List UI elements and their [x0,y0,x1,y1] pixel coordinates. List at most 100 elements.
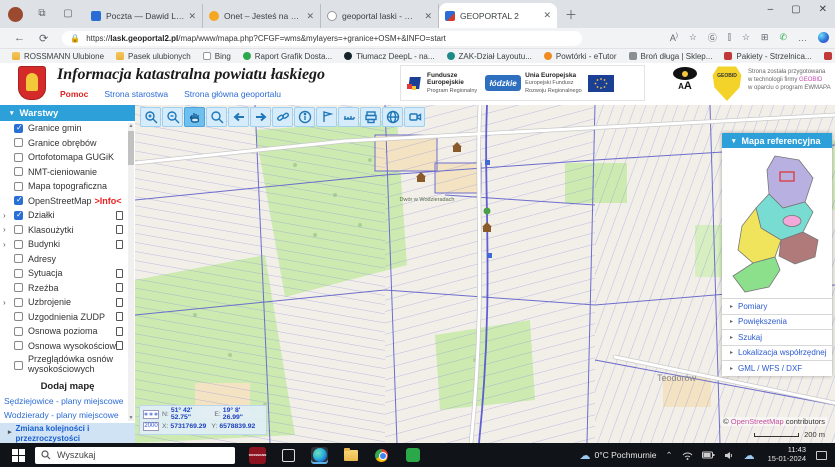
bookmark-item[interactable]: Strzelnica RP - Strze... [824,52,835,61]
tab-close-icon[interactable]: ✕ [543,10,551,21]
maximize-button[interactable]: ▢ [791,4,800,15]
tab-geoportal[interactable]: GEOPORTAL 2 ✕ [439,3,557,28]
bookmark-item[interactable]: Pakiety - Strzelnica... [724,52,811,61]
zoom-window-button[interactable] [206,107,227,127]
panel-powiekszenia[interactable]: ▸Powiększenia [722,314,832,330]
browser-profile-avatar[interactable] [8,7,23,22]
bookmark-item[interactable]: ZAK-Dział Layoutu... [447,52,532,61]
tab-search-results[interactable]: geoportal laski - Wyszukaj ✕ [321,4,439,28]
tab-close-icon[interactable]: ✕ [306,11,314,22]
tray-expand-icon[interactable]: ⌃ [666,450,673,461]
bookmark-folder[interactable]: Pasek ulubionych [116,52,191,61]
zoom-in-button[interactable] [140,107,161,127]
copilot-icon[interactable] [818,32,829,43]
read-aloud-icon[interactable]: A) [670,33,678,43]
layer-nmt[interactable]: NMT-cieniowanie [0,165,135,180]
checkbox[interactable] [14,283,23,292]
crs-button[interactable]: 2000 [143,422,159,431]
tab-close-icon[interactable]: ✕ [424,11,432,22]
bookmark-item[interactable]: Powtórki - eTutor [544,52,617,61]
globe-button[interactable] [382,107,403,127]
reference-panel-header[interactable]: ▾Mapa referencyjna [722,133,832,148]
panel-gml-wfs-dxf[interactable]: ▸GML / WFS / DXF [722,360,832,376]
expand-icon[interactable]: › [3,298,6,307]
more-options-icon[interactable]: … [798,33,807,43]
checkbox[interactable] [14,298,23,307]
weather-widget[interactable]: ☁0°C Pochmurnie [580,449,657,462]
panel-pomiary[interactable]: ▸Pomiary [722,298,832,314]
chrome-app-icon[interactable] [373,447,390,464]
clock[interactable]: 11:4315-01-2024 [768,446,806,463]
url-field[interactable]: 🔒 https://lask.geoportal2.pl/map/www/map… [62,31,582,46]
scroll-thumb[interactable] [128,131,134,165]
info-button[interactable] [294,107,315,127]
checkbox[interactable] [14,327,23,336]
expand-icon[interactable]: › [3,225,6,234]
legend-doc-icon[interactable] [116,225,123,234]
volume-icon[interactable] [724,451,735,460]
bookmark-folder[interactable]: ROSSMANN Ulubione [12,52,104,61]
osm-info-link[interactable]: >Info< [95,196,122,206]
layer-openstreetmap[interactable]: OpenStreetMap>Info< [0,194,135,209]
measure-button[interactable] [338,107,359,127]
map-viewport[interactable]: Teodorów Dwór w Wodzieradach ∗∗∗ N:51° 4… [135,105,835,443]
nav-geoportal-home[interactable]: Strona główna geoportalu [184,89,281,99]
camera-button[interactable] [404,107,425,127]
checkbox[interactable] [14,225,23,234]
network-icon[interactable] [682,451,693,460]
layer-przegladowka[interactable]: Przeglądówka osnów wysokościowych [0,353,135,377]
new-tab-button[interactable]: ＋ [565,6,577,23]
coord-mode-button[interactable]: ∗∗∗ [143,410,159,419]
onedrive-icon[interactable]: ☁ [744,449,759,462]
legend-doc-icon[interactable] [116,269,123,278]
favorites-bar-icon[interactable]: ☆ [742,32,750,43]
reference-map[interactable] [722,148,832,298]
layer-osnowa-pozioma[interactable]: Osnowa pozioma [0,324,135,339]
prev-view-button[interactable] [228,107,249,127]
legend-doc-icon[interactable] [116,341,123,350]
expand-icon[interactable]: › [3,240,6,249]
layer-zudp[interactable]: Uzgodnienia ZUDP [0,310,135,325]
checkbox[interactable] [14,240,23,249]
layer-sytuacja[interactable]: Sytuacja [0,266,135,281]
checkbox[interactable] [14,269,23,278]
back-button[interactable]: ← [14,32,25,44]
vertical-tabs-icon[interactable]: ▢ [61,7,75,21]
bookmark-item[interactable]: Tłumacz DeepL - na... [344,52,434,61]
rossmann-app-icon[interactable]: ROSSMANN [249,447,266,464]
checkbox[interactable] [14,124,23,133]
collections-icon[interactable]: ⊞ [761,32,769,43]
file-explorer-icon[interactable] [342,447,359,464]
favorite-star-icon[interactable]: ☆ [689,32,697,43]
tab-poczta[interactable]: Poczta — Dawid Lewandowski – ✕ [85,4,203,28]
scroll-up-icon[interactable]: ▲ [128,123,134,129]
expand-icon[interactable]: › [3,211,6,220]
next-view-button[interactable] [250,107,271,127]
panel-szukaj[interactable]: ▸Szukaj [722,329,832,345]
scroll-down-icon[interactable]: ▼ [128,415,134,421]
draw-button[interactable] [316,107,337,127]
layer-klasouzytki[interactable]: ›Klasoużytki [0,223,135,238]
bookmark-item[interactable]: Bing [203,52,231,61]
checkbox[interactable] [14,153,23,162]
panel-lokalizacja[interactable]: ▸Lokalizacja współrzędnej [722,345,832,361]
pan-button[interactable] [184,107,205,127]
tab-search-icon[interactable]: ⧉ [35,7,49,21]
checkbox[interactable] [14,361,23,370]
battery-icon[interactable] [702,451,715,459]
contrast-eye-icon[interactable] [673,67,697,80]
layer-mapa-topograficzna[interactable]: Mapa topograficzna [0,179,135,194]
tab-onet[interactable]: Onet – Jesteś na bieżąco ✕ [203,4,321,28]
task-view-icon[interactable] [280,447,297,464]
refresh-button[interactable]: ⟳ [39,32,48,45]
start-button[interactable] [12,449,25,462]
layer-dzialki[interactable]: ›Działki [0,208,135,223]
layer-rzezba[interactable]: Rzeźba [0,281,135,296]
layer-granice-gmin[interactable]: Granice gmin [0,121,135,136]
layer-order-link[interactable]: ▸Zmiana kolejności i przezroczystości [0,424,135,443]
nav-starostwo[interactable]: Strona starostwa [104,89,168,99]
bookmark-item[interactable]: Broń długa | Sklep... [629,52,713,61]
notification-center-icon[interactable] [816,451,827,460]
checkbox[interactable] [14,312,23,321]
extension-g-icon[interactable]: Ⓖ [708,31,717,44]
